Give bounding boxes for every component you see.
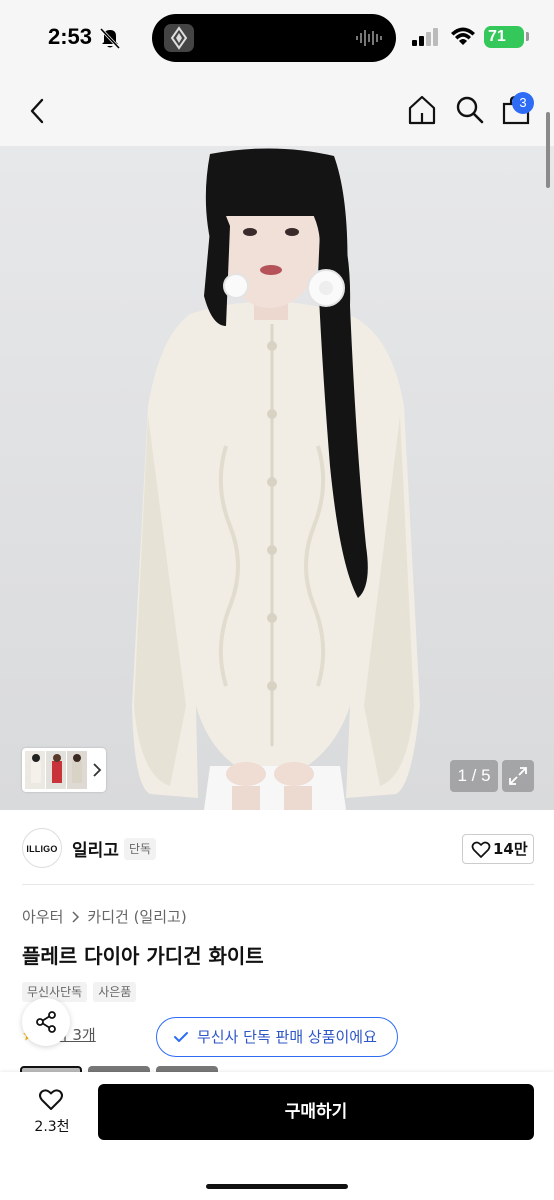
brand-logo[interactable]: ILLIGO [22, 828, 62, 868]
brand-like-count: 14만 [493, 840, 528, 858]
share-button[interactable] [22, 998, 70, 1046]
bottom-purchase-bar: 2.3천 구매하기 [0, 1072, 554, 1200]
brand-like-button[interactable]: 14만 [462, 834, 534, 864]
thumbnail-images [25, 751, 87, 789]
model-photo [132, 148, 420, 810]
breadcrumb-subcategory[interactable]: 카디건 (일리고) [87, 906, 186, 927]
cellular-signal-icon [412, 28, 438, 46]
expand-icon [509, 767, 527, 785]
audio-wave-icon [356, 30, 382, 46]
home-indicator[interactable] [206, 1184, 348, 1189]
divider [22, 884, 534, 885]
cart-count-badge: 3 [512, 92, 534, 114]
status-bar: 2:53 71 [0, 0, 554, 76]
image-thumbnail-strip[interactable] [22, 748, 106, 792]
status-time: 2:53 [48, 24, 93, 49]
back-arrow-icon[interactable] [26, 96, 48, 126]
product-image[interactable] [0, 146, 554, 810]
bell-off-icon [100, 27, 120, 49]
heart-icon [471, 841, 491, 858]
heart-icon [39, 1089, 63, 1110]
chevron-right-icon [93, 763, 102, 777]
search-icon[interactable] [454, 94, 484, 126]
battery-cap [526, 32, 529, 41]
product-like-button[interactable]: 2.3천 [28, 1086, 76, 1144]
product-title: 플레르 다이아 가디건 화이트 [22, 944, 264, 968]
top-nav-bar [0, 76, 554, 146]
battery-level: 71 [488, 28, 506, 45]
fullscreen-button[interactable] [502, 760, 534, 792]
image-page-indicator: 1 / 5 [450, 760, 498, 792]
buy-button[interactable]: 구매하기 [98, 1084, 534, 1140]
wifi-icon [451, 27, 475, 45]
exclusive-label: 무신사 단독 판매 상품이에요 [197, 1028, 377, 1046]
product-like-count: 2.3천 [34, 1119, 70, 1135]
brand-exclusive-tag: 단독 [124, 838, 157, 860]
product-tag: 사은품 [93, 982, 137, 1002]
dynamic-island [152, 14, 396, 62]
chevron-right-icon [72, 910, 80, 923]
breadcrumb-category[interactable]: 아우터 [22, 906, 63, 927]
home-icon[interactable] [406, 94, 438, 126]
battery-indicator: 71 [484, 26, 524, 48]
share-icon [36, 1011, 56, 1033]
check-icon [174, 1032, 188, 1042]
brand-name[interactable]: 일리고 [72, 836, 119, 861]
now-playing-app-icon [164, 24, 194, 52]
page-scrollbar[interactable] [546, 112, 550, 188]
breadcrumb: 아우터 카디건 (일리고) [22, 906, 187, 927]
exclusive-product-badge[interactable]: 무신사 단독 판매 상품이에요 [156, 1017, 398, 1057]
